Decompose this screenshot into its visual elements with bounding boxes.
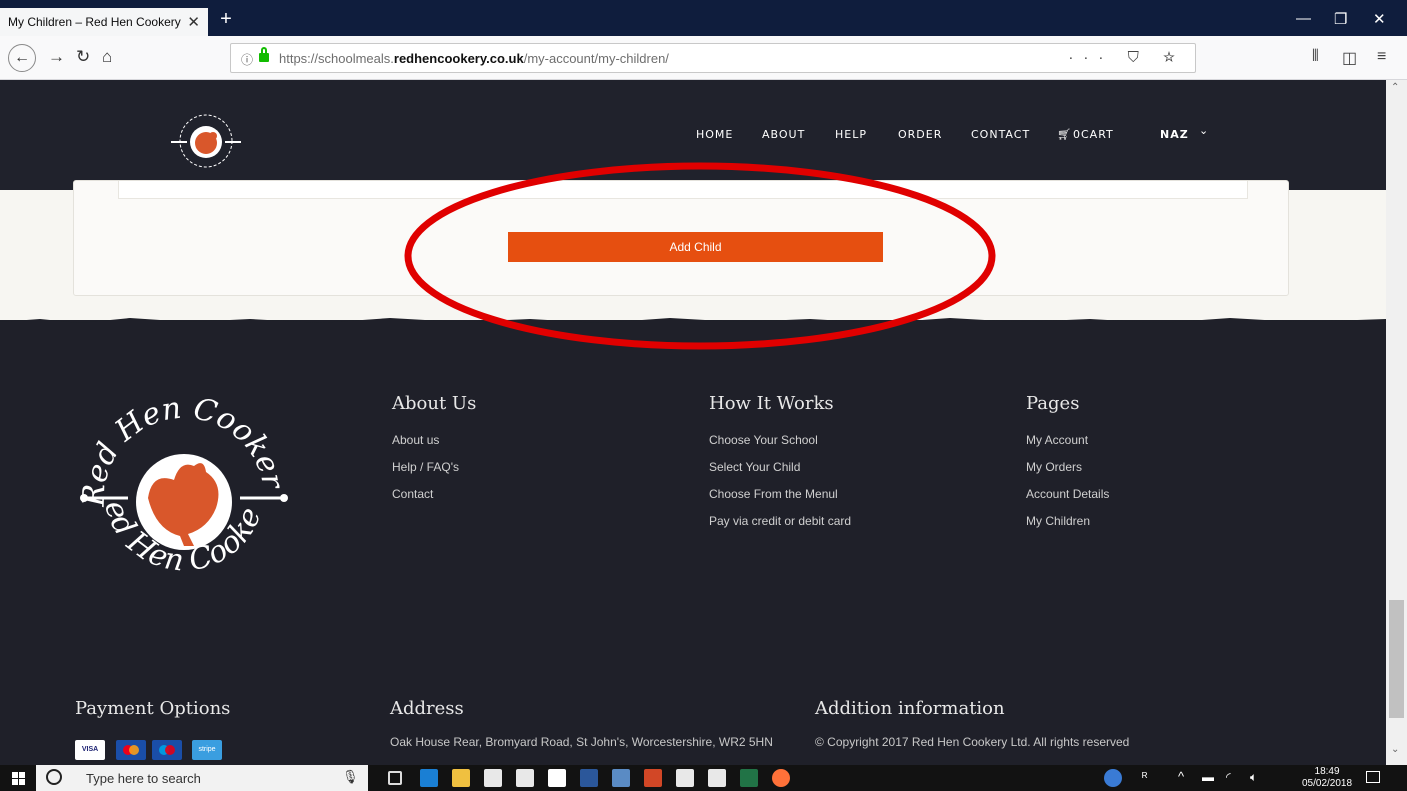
maestro-icon <box>152 740 182 760</box>
footer-link[interactable]: Help / FAQ's <box>392 460 459 474</box>
home-icon[interactable]: ⌂ <box>102 48 112 66</box>
store-icon[interactable] <box>484 769 502 787</box>
tab-close-icon[interactable]: ✕ <box>187 13 200 31</box>
windows-start-icon[interactable] <box>12 772 25 785</box>
url-text: https://schoolmeals.redhencookery.co.uk/… <box>279 51 669 66</box>
scrollbar[interactable]: ⌃ ⌄ <box>1386 80 1407 765</box>
browser-tab[interactable]: My Children – Red Hen Cookery ✕ <box>0 8 208 36</box>
photos-icon[interactable] <box>612 769 630 787</box>
search-placeholder: Type here to search <box>86 771 201 786</box>
mastercard-icon <box>116 740 146 760</box>
clock[interactable]: 18:49 05/02/2018 <box>1302 766 1352 790</box>
clock-time: 18:49 <box>1314 766 1340 777</box>
restore-icon[interactable]: ❐ <box>1334 10 1347 28</box>
nav-cart[interactable]: 0CART <box>1073 128 1114 141</box>
tab-title: My Children – Red Hen Cookery <box>8 15 181 29</box>
logo[interactable] <box>167 108 245 174</box>
cortana-icon <box>46 769 62 785</box>
scroll-down-icon[interactable]: ⌄ <box>1391 744 1399 755</box>
excel-icon[interactable] <box>740 769 758 787</box>
browser-tab-bar: My Children – Red Hen Cookery ✕ + — ❐ ✕ <box>0 0 1407 36</box>
copyright-text: © Copyright 2017 Red Hen Cookery Ltd. Al… <box>815 735 1130 749</box>
dropbox-icon[interactable] <box>516 769 534 787</box>
address-text: Oak House Rear, Bromyard Road, St John's… <box>390 735 773 749</box>
about-title: About Us <box>392 393 477 414</box>
footer-link[interactable]: Account Details <box>1026 487 1109 501</box>
lock-icon <box>259 47 269 62</box>
wifi-icon[interactable]: ◜ <box>1226 770 1231 784</box>
footer-link[interactable]: My Account <box>1026 433 1088 447</box>
address-title: Address <box>390 698 464 719</box>
firefox-icon[interactable] <box>772 769 790 787</box>
library-icon[interactable]: ⫴ <box>1312 48 1319 66</box>
forward-icon[interactable]: → <box>48 48 65 66</box>
footer-link[interactable]: Contact <box>392 487 433 501</box>
nav-contact[interactable]: CONTACT <box>971 128 1030 141</box>
url-bar[interactable]: ⓘ https://schoolmeals.redhencookery.co.u… <box>230 43 1196 73</box>
visa-icon: VISA <box>75 740 105 760</box>
word-icon[interactable] <box>580 769 598 787</box>
nav-help[interactable]: HELP <box>835 128 867 141</box>
microphone-icon[interactable]: 🎙︎ <box>342 769 359 785</box>
people-icon[interactable]: ᴿ <box>1142 770 1147 784</box>
page-actions-icon[interactable]: ··· ⛉ ☆ <box>1068 49 1185 66</box>
payment-title: Payment Options <box>75 698 231 719</box>
menu-icon[interactable]: ≡ <box>1377 48 1386 66</box>
annotation-ellipse <box>404 162 996 350</box>
battery-icon[interactable]: ▬ <box>1202 770 1214 784</box>
edge-icon[interactable] <box>420 769 438 787</box>
footer-logo[interactable]: Red Hen Cookery Red Hen Cookery <box>76 388 292 598</box>
taskbar-search[interactable]: Type here to search 🎙︎ <box>36 765 368 791</box>
calculator-icon[interactable] <box>708 769 726 787</box>
new-tab-button[interactable]: + <box>214 8 238 32</box>
footer-link[interactable]: Select Your Child <box>709 460 800 474</box>
window-close-icon[interactable]: ✕ <box>1373 10 1386 28</box>
reload-icon[interactable]: ↻ <box>76 48 90 66</box>
user-menu[interactable]: NAZ <box>1160 128 1189 141</box>
amazon-icon[interactable] <box>548 769 566 787</box>
pages-title: Pages <box>1026 393 1080 414</box>
cart-icon[interactable]: 🛒︎ <box>1057 128 1072 141</box>
nav-order[interactable]: ORDER <box>898 128 942 141</box>
chevron-down-icon[interactable]: ⌄ <box>1199 124 1209 137</box>
footer-link[interactable]: Choose Your School <box>709 433 818 447</box>
minimize-icon[interactable]: — <box>1296 10 1311 27</box>
scroll-up-icon[interactable]: ⌃ <box>1391 82 1399 93</box>
footer-link[interactable]: My Children <box>1026 514 1090 528</box>
taskbar: Type here to search 🎙︎ ᴿ ^ ▬ ◜ 🔈︎ 18:49 … <box>0 765 1407 791</box>
tray-chevron-icon[interactable]: ^ <box>1178 769 1184 784</box>
footer-link[interactable]: Pay via credit or debit card <box>709 514 851 528</box>
footer-link[interactable]: About us <box>392 433 439 447</box>
footer-link[interactable]: My Orders <box>1026 460 1082 474</box>
nav-about[interactable]: ABOUT <box>762 128 805 141</box>
file-explorer-icon[interactable] <box>452 769 470 787</box>
how-title: How It Works <box>709 393 834 414</box>
info-title: Addition information <box>815 698 1005 719</box>
task-view-icon[interactable] <box>388 771 402 785</box>
back-icon[interactable]: ← <box>8 44 36 72</box>
powerpoint-icon[interactable] <box>644 769 662 787</box>
mail-icon[interactable] <box>676 769 694 787</box>
info-icon[interactable]: ⓘ <box>241 51 253 68</box>
footer-link[interactable]: Choose From the Menul <box>709 487 838 501</box>
clock-date: 05/02/2018 <box>1302 778 1353 789</box>
stripe-icon: stripe <box>192 740 222 760</box>
notifications-icon[interactable] <box>1366 771 1380 783</box>
volume-icon[interactable]: 🔈︎ <box>1250 770 1257 785</box>
scroll-thumb[interactable] <box>1389 600 1404 718</box>
browser-toolbar: ← → ↻ ⌂ ⓘ https://schoolmeals.redhencook… <box>0 36 1407 80</box>
sidebar-icon[interactable]: ◫ <box>1342 48 1357 68</box>
help-icon[interactable] <box>1104 769 1122 787</box>
nav-home[interactable]: HOME <box>696 128 733 141</box>
